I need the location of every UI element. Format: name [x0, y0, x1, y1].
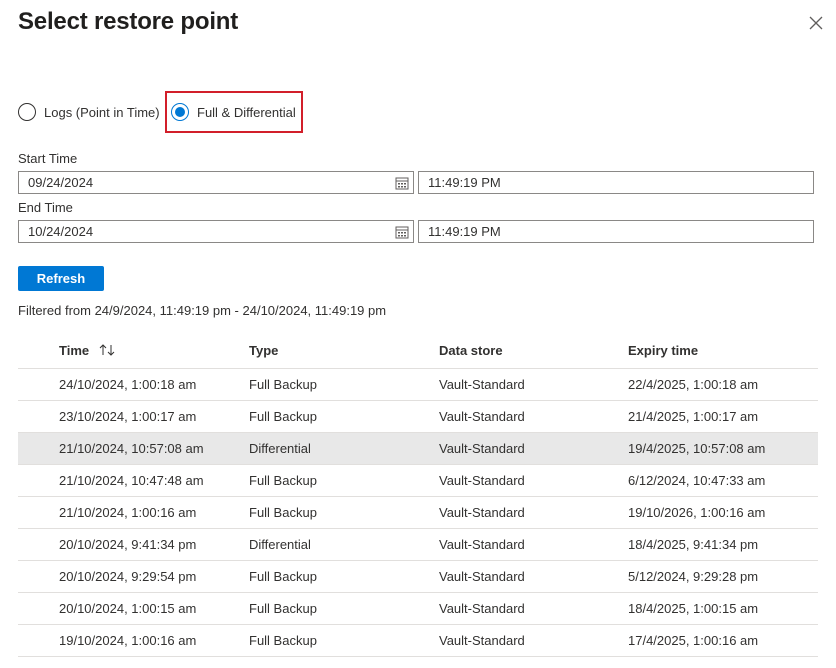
- cell-expiry-time: 17/4/2025, 1:00:16 am: [628, 633, 759, 648]
- table-row[interactable]: 21/10/2024, 10:47:48 am Full Backup Vault-…: [18, 465, 818, 497]
- cell-type: Full Backup: [249, 473, 317, 488]
- cell-time: 20/10/2024, 1:00:15 am: [59, 601, 197, 616]
- cell-data-store: Vault-Standard: [439, 473, 525, 488]
- table-row[interactable]: 21/10/2024, 10:57:08 am Differential Vault…: [18, 433, 818, 465]
- start-time-value: 11:49:19 PM: [428, 175, 501, 190]
- column-header-expiry-time[interactable]: Expiry time: [628, 343, 698, 358]
- cell-data-store: Vault-Standard: [439, 537, 525, 552]
- table-row[interactable]: 21/10/2024, 1:00:16 am Full Backup Vault-S…: [18, 497, 818, 529]
- cell-time: 24/10/2024, 1:00:18 am: [59, 377, 197, 392]
- table-row[interactable]: 19/10/2024, 1:00:16 am Full Backup Vault-S…: [18, 625, 818, 657]
- calendar-icon[interactable]: [395, 176, 409, 190]
- cell-data-store: Vault-Standard: [439, 569, 525, 584]
- table-row[interactable]: 24/10/2024, 1:00:18 am Full Backup Vault-S…: [18, 369, 818, 401]
- cell-type: Full Backup: [249, 409, 317, 424]
- sort-icon[interactable]: [99, 344, 117, 356]
- cell-type: Full Backup: [249, 601, 317, 616]
- refresh-button[interactable]: Refresh: [18, 266, 104, 291]
- cell-time: 21/10/2024, 10:57:08 am: [59, 441, 204, 456]
- cell-expiry-time: 18/4/2025, 1:00:15 am: [628, 601, 759, 616]
- start-date-value: 09/24/2024: [28, 175, 94, 190]
- table-row[interactable]: 23/10/2024, 1:00:17 am Full Backup Vault-S…: [18, 401, 818, 433]
- cell-data-store: Vault-Standard: [439, 441, 525, 456]
- start-time-label: Start Time: [18, 151, 78, 166]
- cell-data-store: Vault-Standard: [439, 601, 525, 616]
- cell-expiry-time: 5/12/2024, 9:29:28 pm: [628, 569, 759, 584]
- calendar-icon[interactable]: [395, 225, 409, 239]
- cell-expiry-time: 19/10/2026, 1:00:16 am: [628, 505, 766, 520]
- cell-data-store: Vault-Standard: [439, 505, 525, 520]
- cell-type: Full Backup: [249, 505, 317, 520]
- cell-expiry-time: 6/12/2024, 10:47:33 am: [628, 473, 766, 488]
- cell-time: 21/10/2024, 1:00:16 am: [59, 505, 197, 520]
- column-header-type[interactable]: Type: [249, 343, 278, 358]
- cell-type: Full Backup: [249, 569, 317, 584]
- cell-expiry-time: 21/4/2025, 1:00:17 am: [628, 409, 759, 424]
- cell-time: 23/10/2024, 1:00:17 am: [59, 409, 197, 424]
- cell-data-store: Vault-Standard: [439, 377, 525, 392]
- cell-time: 21/10/2024, 10:47:48 am: [59, 473, 204, 488]
- dialog-title: Select restore point: [18, 8, 239, 35]
- radio-circle-icon: [18, 103, 36, 121]
- cell-expiry-time: 19/4/2025, 10:57:08 am: [628, 441, 766, 456]
- start-date-input[interactable]: 09/24/2024: [18, 171, 414, 194]
- end-time-value: 11:49:19 PM: [428, 224, 501, 239]
- column-header-data-store[interactable]: Data store: [439, 343, 503, 358]
- restore-points-table: Time Type Data store Expiry time 24/10/2…: [18, 334, 818, 657]
- table-row[interactable]: 20/10/2024, 9:41:34 pm Differential Vault-…: [18, 529, 818, 561]
- column-header-time[interactable]: Time: [59, 343, 117, 358]
- cell-type: Differential: [249, 441, 311, 456]
- cell-type: Full Backup: [249, 633, 317, 648]
- cell-data-store: Vault-Standard: [439, 409, 525, 424]
- table-body: 24/10/2024, 1:00:18 am Full Backup Vault-S…: [18, 369, 818, 657]
- selection-highlight-box: [165, 91, 303, 133]
- cell-type: Full Backup: [249, 377, 317, 392]
- table-row[interactable]: 20/10/2024, 9:29:54 pm Full Backup Vault-S…: [18, 561, 818, 593]
- end-date-input[interactable]: 10/24/2024: [18, 220, 414, 243]
- cell-time: 20/10/2024, 9:29:54 pm: [59, 569, 197, 584]
- start-time-input[interactable]: 11:49:19 PM: [418, 171, 814, 194]
- end-time-input[interactable]: 11:49:19 PM: [418, 220, 814, 243]
- cell-data-store: Vault-Standard: [439, 633, 525, 648]
- filter-summary-text: Filtered from 24/9/2024, 11:49:19 pm - 2…: [18, 303, 387, 318]
- restore-type-radio-group: Logs (Point in Time) Full & Differential: [18, 100, 818, 124]
- table-header: Time Type Data store Expiry time: [18, 334, 818, 369]
- radio-logs-point-in-time[interactable]: Logs (Point in Time): [18, 100, 160, 124]
- end-time-label: End Time: [18, 200, 73, 215]
- cell-time: 19/10/2024, 1:00:16 am: [59, 633, 197, 648]
- end-date-value: 10/24/2024: [28, 224, 94, 239]
- close-icon[interactable]: [806, 13, 826, 33]
- radio-label: Logs (Point in Time): [44, 104, 160, 120]
- cell-type: Differential: [249, 537, 311, 552]
- table-row[interactable]: 20/10/2024, 1:00:15 am Full Backup Vault-S…: [18, 593, 818, 625]
- cell-time: 20/10/2024, 9:41:34 pm: [59, 537, 197, 552]
- cell-expiry-time: 18/4/2025, 9:41:34 pm: [628, 537, 759, 552]
- cell-expiry-time: 22/4/2025, 1:00:18 am: [628, 377, 759, 392]
